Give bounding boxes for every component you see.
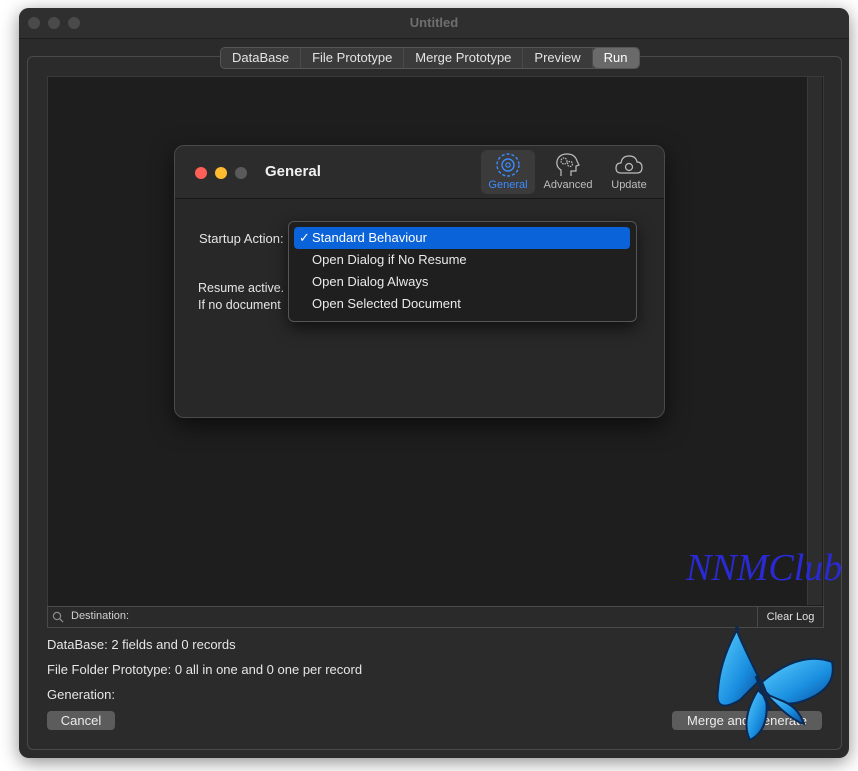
pref-tab-general-label: General (488, 179, 528, 191)
tab-file-prototype[interactable]: File Prototype (301, 48, 405, 68)
preferences-toolbar: General General Advanced Update (175, 146, 664, 199)
gears-head-icon (556, 153, 580, 176)
startup-action-menu[interactable]: ✓ Standard Behaviour Open Dialog if No R… (288, 221, 637, 322)
cancel-button[interactable]: Cancel (47, 711, 115, 730)
pref-tab-update-label: Update (611, 179, 647, 191)
menu-item-open-dialog-no-resume[interactable]: Open Dialog if No Resume (294, 249, 630, 271)
tab-database[interactable]: DataBase (221, 48, 302, 68)
description-line-2: If no document (198, 298, 281, 312)
menu-item-open-dialog-always[interactable]: Open Dialog Always (294, 271, 630, 293)
prefs-title: General (265, 163, 321, 180)
checkmark-icon: ✓ (299, 230, 310, 245)
pref-tab-general[interactable]: General (481, 150, 535, 194)
pref-tab-update[interactable]: Update (603, 150, 655, 194)
title-bar: Untitled (19, 8, 849, 39)
window-title: Untitled (409, 15, 459, 30)
database-summary: DataBase: 2 fields and 0 records (47, 637, 236, 652)
tab-merge-prototype[interactable]: Merge Prototype (404, 48, 524, 68)
tab-run[interactable]: Run (592, 48, 639, 68)
pref-tab-advanced[interactable]: Advanced (539, 150, 597, 194)
generation-label: Generation: (47, 687, 115, 702)
prototype-summary: File Folder Prototype: 0 all in one and … (47, 662, 363, 677)
tab-bar: DataBase File Prototype Merge Prototype … (220, 47, 640, 69)
gear-icon (496, 153, 520, 177)
watermark-text: NNMClub (686, 547, 843, 589)
prefs-zoom-button[interactable] (235, 167, 247, 179)
tab-preview[interactable]: Preview (523, 48, 593, 68)
log-scrollbar[interactable] (807, 77, 822, 605)
prefs-minimize-button[interactable] (215, 167, 227, 179)
menu-item-standard[interactable]: ✓ Standard Behaviour (294, 227, 630, 249)
menu-item-label: Standard Behaviour (312, 230, 427, 245)
destination-label: Destination: (71, 610, 130, 622)
destination-search-field[interactable]: Destination: (47, 606, 759, 628)
cloud-update-icon (615, 155, 643, 174)
search-icon (52, 610, 64, 628)
pref-tab-advanced-label: Advanced (543, 179, 593, 191)
butterfly-logo (716, 626, 834, 742)
description-line-1: Resume active. (198, 281, 285, 295)
menu-item-open-selected-document[interactable]: Open Selected Document (294, 293, 630, 315)
startup-action-label: Startup Action: (199, 231, 284, 246)
prefs-close-button[interactable] (195, 167, 207, 179)
